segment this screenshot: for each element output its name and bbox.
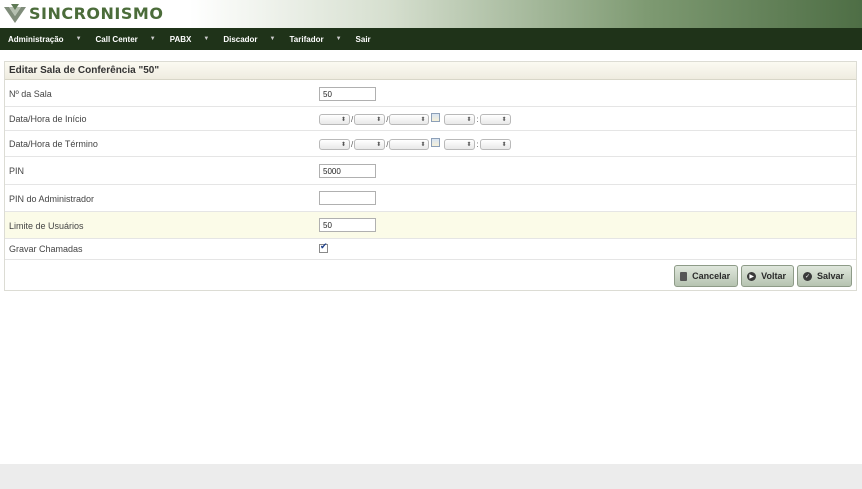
- row-end-datetime: Data/Hora de Término ⬍ / ⬍ / ⬍ ⬍ : ⬍: [5, 131, 856, 157]
- date-separator: /: [351, 115, 354, 124]
- pin-input[interactable]: [319, 164, 376, 178]
- end-minute-select[interactable]: ⬍: [479, 139, 511, 150]
- time-separator: :: [476, 115, 479, 124]
- row-room-number: Nº da Sala: [5, 81, 856, 107]
- start-year-select[interactable]: ⬍: [389, 114, 430, 125]
- row-start-datetime: Data/Hora de Início ⬍ / ⬍ / ⬍ ⬍ : ⬍: [5, 107, 856, 131]
- nav-item-label: Call Center: [95, 34, 138, 44]
- start-day-select[interactable]: ⬍: [319, 114, 350, 125]
- form-actions: Cancelar ▶ Voltar ✓ Salvar: [671, 265, 852, 287]
- nav-item-pabx[interactable]: PABX ▼: [170, 35, 210, 44]
- main-nav: Administração ▼ Call Center ▼ PABX ▼ Dis…: [0, 28, 862, 50]
- end-day-select[interactable]: ⬍: [319, 139, 350, 150]
- pin-label: PIN: [9, 166, 25, 176]
- end-month-select[interactable]: ⬍: [354, 139, 386, 150]
- arrow-right-circle-icon: ▶: [747, 271, 757, 281]
- nav-item-tarifador[interactable]: Tarifador ▼: [290, 35, 342, 44]
- logo: SINCRONISMO: [2, 3, 163, 25]
- cancel-button-label: Cancelar: [692, 271, 731, 281]
- logo-text: SINCRONISMO: [29, 4, 164, 23]
- trash-icon: [680, 271, 688, 281]
- caret-down-icon: ▼: [203, 36, 210, 42]
- date-separator: /: [351, 140, 354, 149]
- end-hour-select[interactable]: ⬍: [444, 139, 476, 150]
- nav-item-label: Administração: [8, 34, 64, 44]
- time-separator: :: [476, 140, 479, 149]
- record-calls-label: Gravar Chamadas: [9, 244, 83, 254]
- room-number-label: Nº da Sala: [9, 89, 52, 99]
- date-separator: /: [386, 140, 389, 149]
- conference-room-form: Editar Sala de Conferência "50" Nº da Sa…: [4, 61, 857, 291]
- row-admin-pin: PIN do Administrador: [5, 185, 856, 212]
- start-minute-select[interactable]: ⬍: [479, 114, 511, 125]
- record-calls-checkbox[interactable]: [319, 242, 328, 253]
- end-datetime-label: Data/Hora de Término: [9, 139, 98, 149]
- app-header: SINCRONISMO: [0, 0, 862, 28]
- caret-down-icon: ▼: [335, 36, 342, 42]
- save-button[interactable]: ✓ Salvar: [796, 265, 852, 287]
- check-circle-icon: ✓: [802, 271, 812, 281]
- caret-down-icon: ▼: [75, 36, 82, 42]
- logo-icon: [4, 4, 26, 23]
- calendar-icon[interactable]: [431, 113, 441, 122]
- nav-item-administracao[interactable]: Administração ▼: [8, 35, 82, 44]
- caret-down-icon: ▼: [149, 36, 156, 42]
- start-month-select[interactable]: ⬍: [354, 114, 386, 125]
- back-button[interactable]: ▶ Voltar: [741, 265, 794, 287]
- row-pin: PIN: [5, 157, 856, 185]
- save-button-label: Salvar: [816, 271, 844, 281]
- room-number-input[interactable]: [319, 87, 376, 101]
- date-separator: /: [386, 115, 389, 124]
- nav-item-sair[interactable]: Sair: [356, 35, 371, 44]
- nav-item-discador[interactable]: Discador ▼: [223, 35, 275, 44]
- nav-item-label: Tarifador: [289, 34, 324, 44]
- nav-item-label: Discador: [223, 34, 258, 44]
- row-record-calls: Gravar Chamadas: [5, 239, 856, 260]
- start-hour-select[interactable]: ⬍: [444, 114, 476, 125]
- user-limit-label: Limite de Usuários: [9, 221, 84, 231]
- cancel-button[interactable]: Cancelar: [674, 265, 739, 287]
- admin-pin-label: PIN do Administrador: [9, 194, 95, 204]
- calendar-icon[interactable]: [431, 138, 441, 147]
- page-footer: [0, 464, 862, 489]
- back-button-label: Voltar: [761, 271, 786, 281]
- form-title: Editar Sala de Conferência "50": [5, 62, 856, 80]
- row-user-limit: Limite de Usuários: [5, 212, 856, 239]
- nav-item-call-center[interactable]: Call Center ▼: [96, 35, 156, 44]
- admin-pin-input[interactable]: [319, 191, 376, 205]
- end-year-select[interactable]: ⬍: [389, 139, 430, 150]
- nav-item-label: PABX: [169, 34, 192, 44]
- nav-item-label: Sair: [355, 34, 371, 44]
- start-datetime-label: Data/Hora de Início: [9, 114, 87, 124]
- caret-down-icon: ▼: [269, 36, 276, 42]
- user-limit-input[interactable]: [319, 218, 376, 232]
